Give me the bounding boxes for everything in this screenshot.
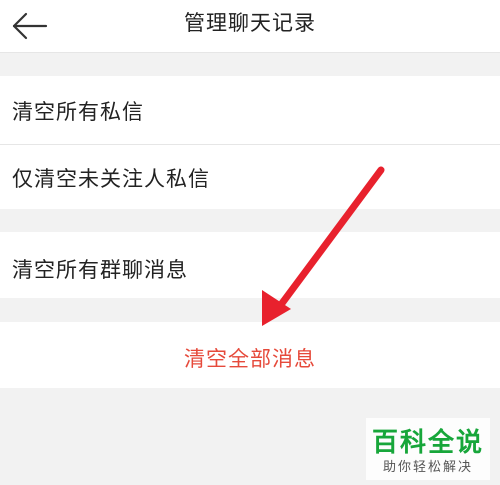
page-title: 管理聊天记录 xyxy=(184,11,316,35)
watermark: 百科全说 助你轻松解决 xyxy=(366,418,490,480)
clear-unfollowed-private-messages-label: 仅清空未关注人私信 xyxy=(12,167,210,191)
clear-all-private-messages-item[interactable]: 清空所有私信 xyxy=(0,76,500,144)
clear-all-messages-button[interactable]: 清空全部消息 xyxy=(0,322,500,388)
clear-unfollowed-private-messages-item[interactable]: 仅清空未关注人私信 xyxy=(0,145,500,209)
clear-all-private-messages-label: 清空所有私信 xyxy=(12,100,144,124)
watermark-subtitle: 助你轻松解决 xyxy=(382,460,473,475)
watermark-title: 百科全说 xyxy=(371,428,484,458)
header-bar: 管理聊天记录 xyxy=(0,0,500,53)
clear-all-messages-label: 清空全部消息 xyxy=(184,347,316,371)
clear-all-group-messages-label: 清空所有群聊消息 xyxy=(12,258,188,282)
clear-all-group-messages-item[interactable]: 清空所有群聊消息 xyxy=(0,232,500,298)
